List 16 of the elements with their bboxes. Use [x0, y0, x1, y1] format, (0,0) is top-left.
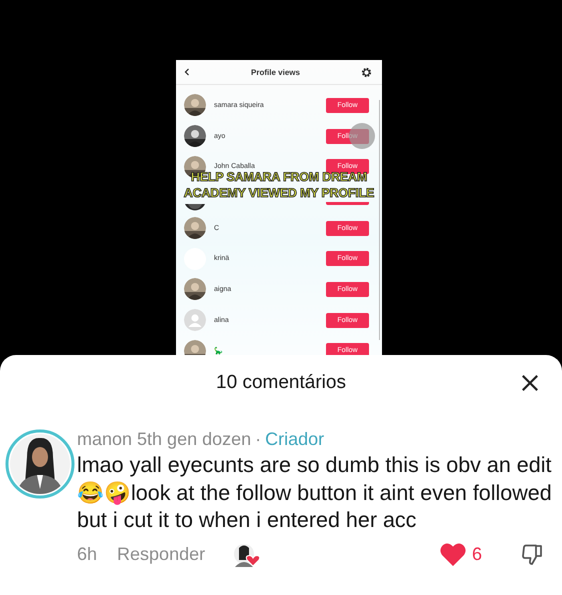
close-icon[interactable]: [521, 374, 539, 392]
follow-button[interactable]: [326, 202, 369, 205]
dislike-icon[interactable]: [520, 542, 544, 566]
back-icon: [184, 68, 190, 76]
screen-title: Profile views: [251, 68, 300, 76]
comment-text: lmao yall eyecunts are so dumb this is obv an edit😂🤪look at the follow button it aint even followed but i cut it to when i entered her acc: [77, 452, 552, 534]
creator-label: Criador: [265, 429, 324, 450]
default-avatar-icon: [184, 309, 206, 332]
like-button[interactable]: 6: [440, 543, 482, 566]
settings-icon: [360, 66, 372, 78]
comment-time: 6h: [77, 544, 98, 565]
comment-author[interactable]: manon 5th gen dozen: [77, 429, 252, 450]
caption-text: ACADEMY VIEWED MY PROFILE: [184, 185, 374, 201]
comments-title: 10 comentários: [216, 372, 346, 394]
reply-button[interactable]: Responder: [117, 544, 206, 565]
separator-dot: ·: [255, 429, 262, 450]
